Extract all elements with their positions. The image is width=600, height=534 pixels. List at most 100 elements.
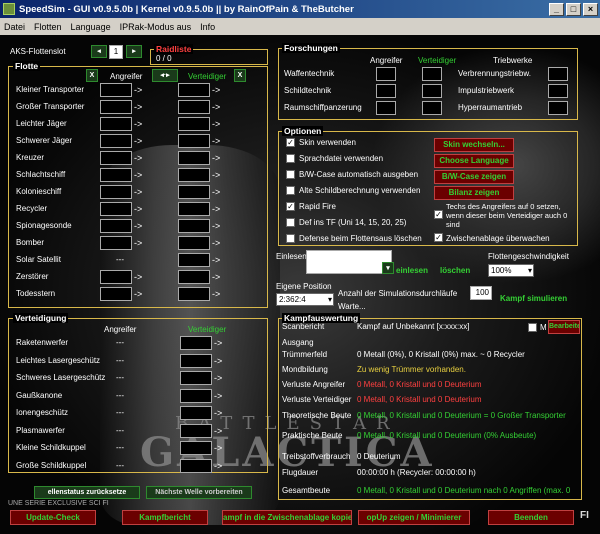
position-select[interactable]: 2:362:4 (276, 293, 334, 306)
copy-arrow-icon[interactable]: -> (134, 136, 142, 146)
popup-zeigen-button[interactable]: opUp zeigen / Minimierer (358, 510, 470, 525)
defense-def-input[interactable] (180, 371, 212, 385)
menu-datei[interactable]: Datei (4, 22, 25, 32)
zwischenablage-checkbox[interactable]: ✓ (434, 233, 443, 242)
maximize-button[interactable]: □ (566, 2, 581, 16)
ship-def-input[interactable] (178, 185, 210, 199)
menu-flotten[interactable]: Flotten (34, 22, 62, 32)
copy-arrow-icon[interactable]: -> (212, 255, 220, 265)
ship-def-input[interactable] (178, 151, 210, 165)
choose-language-button[interactable]: Choose Language (434, 154, 514, 168)
copy-arrow-icon[interactable]: -> (134, 170, 142, 180)
option-checkbox[interactable] (286, 186, 295, 195)
naechste-welle-button[interactable]: Nächste Welle vorbereiten (146, 486, 252, 499)
forschung-att-input[interactable] (376, 84, 396, 98)
copy-arrow-icon[interactable]: -> (212, 289, 220, 299)
copy-arrow-icon[interactable]: -> (212, 272, 220, 282)
forschung-att-input[interactable] (376, 67, 396, 81)
ship-att-input[interactable] (100, 134, 132, 148)
ship-att-input[interactable] (100, 151, 132, 165)
copy-arrow-icon[interactable]: -> (212, 119, 220, 129)
copy-arrow-icon[interactable]: -> (134, 221, 142, 231)
triebwerk-input[interactable] (548, 84, 568, 98)
copy-arrow-icon[interactable]: -> (214, 391, 222, 401)
kampfbericht-button[interactable]: Kampfbericht (122, 510, 208, 525)
option-checkbox[interactable] (286, 234, 295, 243)
copy-arrow-icon[interactable]: -> (134, 238, 142, 248)
copy-arrow-icon[interactable]: -> (212, 221, 220, 231)
forschung-def-input[interactable] (422, 67, 442, 81)
forschung-def-input[interactable] (422, 84, 442, 98)
copy-arrow-icon[interactable]: -> (212, 204, 220, 214)
einlesen-scroll-icon[interactable]: ▾ (382, 262, 394, 274)
copy-arrow-icon[interactable]: -> (214, 426, 222, 436)
option-checkbox[interactable] (286, 170, 295, 179)
aks-prev-button[interactable]: ◂ (91, 45, 107, 58)
ship-def-input[interactable] (178, 219, 210, 233)
defense-def-input[interactable] (180, 353, 212, 368)
ship-def-input[interactable] (178, 83, 210, 97)
techs-checkbox[interactable]: ✓ (434, 210, 443, 219)
ship-def-input[interactable] (178, 202, 210, 216)
copy-arrow-icon[interactable]: -> (134, 119, 142, 129)
option-checkbox[interactable]: ✓ (286, 138, 295, 147)
ship-att-input[interactable] (100, 236, 132, 250)
ship-def-input[interactable] (178, 100, 210, 114)
forschung-def-input[interactable] (422, 101, 442, 115)
einlesen-textarea[interactable] (306, 250, 392, 274)
beenden-button[interactable]: Beenden (488, 510, 574, 525)
defense-def-input[interactable] (180, 388, 212, 403)
copy-arrow-icon[interactable]: -> (212, 187, 220, 197)
ship-def-input[interactable] (178, 270, 210, 284)
flotte-def-clear-icon[interactable]: X (234, 69, 246, 82)
ship-att-input[interactable] (100, 202, 132, 216)
defense-def-input[interactable] (180, 423, 212, 438)
defense-def-input[interactable] (180, 441, 212, 455)
ship-att-input[interactable] (100, 100, 132, 114)
triebwerk-input[interactable] (548, 67, 568, 81)
aks-slot-input[interactable]: 1 (109, 45, 123, 59)
menu-info[interactable]: Info (200, 22, 215, 32)
forschung-att-input[interactable] (376, 101, 396, 115)
copy-arrow-icon[interactable]: -> (134, 85, 142, 95)
ship-att-input[interactable] (100, 117, 132, 131)
copy-arrow-icon[interactable]: -> (134, 272, 142, 282)
flotte-swap-icon[interactable]: ◂·▸ (152, 69, 178, 82)
copy-arrow-icon[interactable]: -> (134, 102, 142, 112)
ship-att-input[interactable] (100, 168, 132, 182)
kampf-simulieren-button[interactable]: Kampf simulieren (500, 294, 567, 303)
copy-arrow-icon[interactable]: -> (214, 461, 222, 471)
ship-def-input[interactable] (178, 117, 210, 131)
loeschen-button[interactable]: löschen (440, 266, 470, 275)
copy-arrow-icon[interactable]: -> (214, 443, 222, 453)
ship-def-input[interactable] (178, 134, 210, 148)
zwischenablage-kopieren-button[interactable]: ampf in die Zwischenablage kopiere (222, 510, 352, 525)
ship-att-input[interactable] (100, 219, 132, 233)
copy-arrow-icon[interactable]: -> (134, 187, 142, 197)
einlesen-button[interactable]: einlesen (396, 266, 428, 275)
ship-att-input[interactable] (100, 185, 132, 199)
flotte-att-clear-icon[interactable]: X (86, 69, 98, 82)
copy-arrow-icon[interactable]: -> (134, 153, 142, 163)
copy-arrow-icon[interactable]: -> (214, 373, 222, 383)
option-checkbox[interactable]: ✓ (286, 202, 295, 211)
update-check-button[interactable]: Update-Check (10, 510, 96, 525)
anzahl-input[interactable]: 100 (470, 286, 492, 300)
wellenstatus-zuruecksetzen-button[interactable]: ellenstatus zurücksetze (34, 486, 140, 499)
defense-def-input[interactable] (180, 458, 212, 473)
flottengeschwindigkeit-select[interactable]: 100% (488, 264, 534, 277)
copy-arrow-icon[interactable]: -> (214, 408, 222, 418)
copy-arrow-icon[interactable]: -> (214, 356, 222, 366)
m-checkbox[interactable] (528, 323, 537, 332)
bw-case-zeigen-button[interactable]: B/W-Case zeigen (434, 170, 514, 184)
defense-def-input[interactable] (180, 336, 212, 350)
ship-att-input[interactable] (100, 287, 132, 301)
close-button[interactable]: × (583, 2, 598, 16)
copy-arrow-icon[interactable]: -> (212, 136, 220, 146)
copy-arrow-icon[interactable]: -> (212, 238, 220, 248)
copy-arrow-icon[interactable]: -> (134, 289, 142, 299)
ship-att-input[interactable] (100, 270, 132, 284)
ship-def-input[interactable] (178, 236, 210, 250)
defense-def-input[interactable] (180, 406, 212, 420)
option-checkbox[interactable] (286, 154, 295, 163)
